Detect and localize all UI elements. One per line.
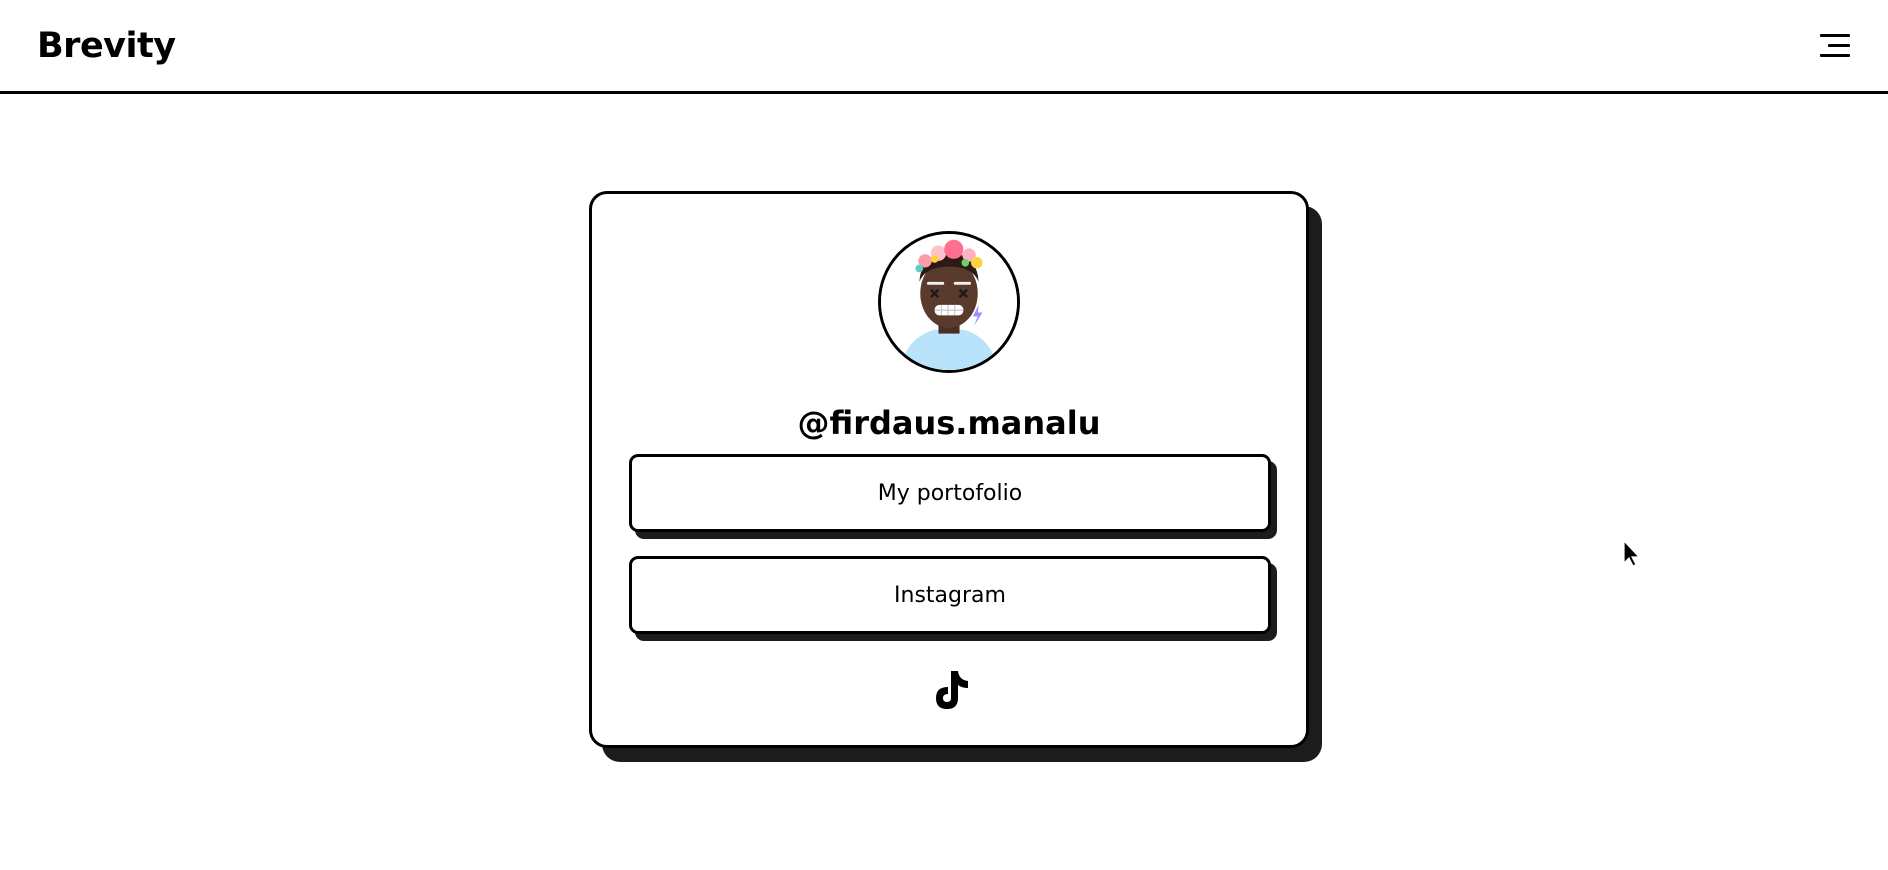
portfolio-link-button[interactable]: My portofolio bbox=[629, 454, 1277, 539]
menu-line bbox=[1820, 54, 1850, 57]
hamburger-menu-icon[interactable] bbox=[1816, 31, 1850, 61]
button-label[interactable]: My portofolio bbox=[629, 454, 1271, 532]
mouse-cursor-icon bbox=[1621, 539, 1643, 567]
navbar: Brevity bbox=[0, 0, 1888, 94]
username: @firdaus.manalu bbox=[797, 404, 1101, 442]
menu-line bbox=[1828, 44, 1850, 47]
menu-line bbox=[1820, 34, 1850, 37]
tiktok-icon[interactable] bbox=[929, 667, 971, 715]
button-label[interactable]: Instagram bbox=[629, 556, 1271, 634]
profile-avatar bbox=[878, 231, 1020, 373]
profile-card: @firdaus.manalu My portofolio Instagram bbox=[589, 191, 1309, 748]
instagram-link-button[interactable]: Instagram bbox=[629, 556, 1277, 641]
brand-logo[interactable]: Brevity bbox=[37, 26, 176, 66]
avatar-illustration bbox=[881, 234, 1017, 370]
